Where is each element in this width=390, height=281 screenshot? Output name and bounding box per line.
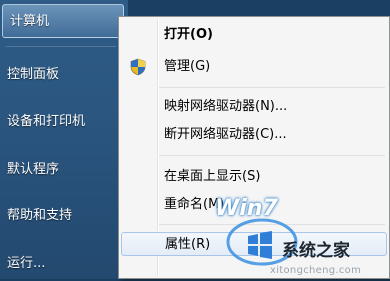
watermark-suffix: 系统之家 bbox=[282, 241, 350, 261]
menu-item-label: 映射网络驱动器(N)... bbox=[164, 99, 288, 114]
menu-separator bbox=[159, 155, 385, 156]
watermark-url: xitongcheng.com bbox=[270, 265, 362, 276]
menu-item-label: 管理(G) bbox=[164, 59, 211, 74]
shield-icon bbox=[129, 58, 147, 76]
start-item-devices-printers[interactable]: 设备和打印机 bbox=[0, 105, 128, 139]
menu-separator bbox=[159, 87, 385, 88]
start-item-help-support[interactable]: 帮助和支持 bbox=[0, 199, 128, 233]
start-item-default-programs[interactable]: 默认程序 bbox=[0, 153, 128, 187]
start-menu-right-pane: 计算机 控制面板 设备和打印机 默认程序 帮助和支持 运行... bbox=[0, 0, 128, 279]
divider bbox=[6, 46, 116, 47]
menu-item-disconnect-network-drive[interactable]: 断开网络驱动器(C)... bbox=[121, 123, 387, 147]
menu-item-open[interactable]: 打开(O) bbox=[121, 23, 387, 47]
menu-item-label: 打开(O) bbox=[164, 27, 213, 42]
menu-item-map-network-drive[interactable]: 映射网络驱动器(N)... bbox=[121, 95, 387, 119]
start-item-run[interactable]: 运行... bbox=[0, 247, 128, 281]
start-item-computer[interactable]: 计算机 bbox=[2, 4, 124, 38]
menu-item-label: 断开网络驱动器(C)... bbox=[164, 127, 287, 142]
menu-item-manage[interactable]: 管理(G) bbox=[121, 55, 387, 79]
start-item-label: 帮助和支持 bbox=[7, 208, 73, 223]
watermark-brand: Win7 bbox=[215, 196, 278, 221]
menu-item-label: 在桌面上显示(S) bbox=[164, 169, 261, 184]
start-item-label: 控制面板 bbox=[7, 67, 60, 82]
menu-item-show-on-desktop[interactable]: 在桌面上显示(S) bbox=[121, 165, 387, 189]
start-item-control-panel[interactable]: 控制面板 bbox=[0, 58, 128, 92]
start-item-label: 默认程序 bbox=[7, 162, 60, 177]
start-item-label: 设备和打印机 bbox=[7, 114, 86, 129]
start-item-label: 计算机 bbox=[10, 14, 50, 29]
start-item-label: 运行... bbox=[7, 256, 46, 271]
